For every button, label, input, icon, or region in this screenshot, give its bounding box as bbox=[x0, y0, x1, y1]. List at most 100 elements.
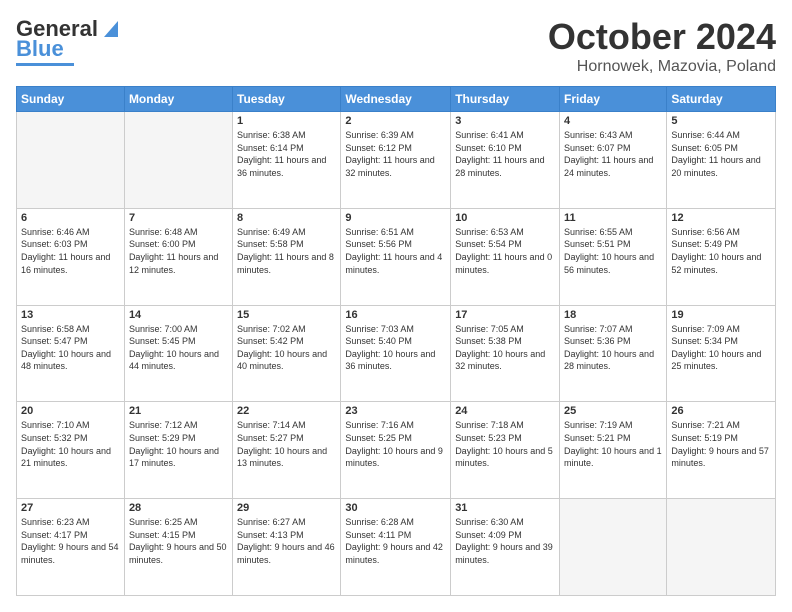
day-number: 15 bbox=[237, 309, 336, 321]
day-info: Sunrise: 6:51 AMSunset: 5:56 PMDaylight:… bbox=[345, 226, 446, 276]
day-info: Sunrise: 7:03 AMSunset: 5:40 PMDaylight:… bbox=[345, 323, 446, 373]
table-row: 13 Sunrise: 6:58 AMSunset: 5:47 PMDayligh… bbox=[17, 305, 125, 402]
day-info: Sunrise: 6:39 AMSunset: 6:12 PMDaylight:… bbox=[345, 129, 446, 179]
day-number: 21 bbox=[129, 405, 228, 417]
table-row: 20 Sunrise: 7:10 AMSunset: 5:32 PMDayligh… bbox=[17, 402, 125, 499]
day-number: 10 bbox=[455, 212, 555, 224]
table-row: 23 Sunrise: 7:16 AMSunset: 5:25 PMDayligh… bbox=[341, 402, 451, 499]
table-row: 30Sunrise: 6:28 AMSunset: 4:11 PMDayligh… bbox=[341, 499, 451, 596]
table-row: 22 Sunrise: 7:14 AMSunset: 5:27 PMDayligh… bbox=[233, 402, 341, 499]
calendar-week-row: 6 Sunrise: 6:46 AMSunset: 6:03 PMDaylight… bbox=[17, 208, 776, 305]
table-row bbox=[560, 499, 667, 596]
table-row: 25 Sunrise: 7:19 AMSunset: 5:21 PMDayligh… bbox=[560, 402, 667, 499]
header: General Blue October 2024 Hornowek, Mazo… bbox=[16, 16, 776, 76]
table-row: 21Sunrise: 7:12 AMSunset: 5:29 PMDayligh… bbox=[124, 402, 232, 499]
col-friday: Friday bbox=[560, 87, 667, 112]
logo-icon bbox=[100, 17, 122, 39]
table-row bbox=[17, 112, 125, 209]
day-number: 30 bbox=[345, 502, 446, 514]
day-number: 23 bbox=[345, 405, 446, 417]
logo: General Blue bbox=[16, 16, 122, 66]
day-number: 5 bbox=[671, 115, 771, 127]
day-number: 4 bbox=[564, 115, 662, 127]
table-row: 6 Sunrise: 6:46 AMSunset: 6:03 PMDaylight… bbox=[17, 208, 125, 305]
day-number: 22 bbox=[237, 405, 336, 417]
calendar-week-row: 27Sunrise: 6:23 AMSunset: 4:17 PMDayligh… bbox=[17, 499, 776, 596]
day-number: 26 bbox=[671, 405, 771, 417]
table-row: 14 Sunrise: 7:00 AMSunset: 5:45 PMDayligh… bbox=[124, 305, 232, 402]
day-info: Sunrise: 6:53 AMSunset: 5:54 PMDaylight:… bbox=[455, 226, 555, 276]
table-row: 18Sunrise: 7:07 AMSunset: 5:36 PMDayligh… bbox=[560, 305, 667, 402]
table-row: 8 Sunrise: 6:49 AMSunset: 5:58 PMDaylight… bbox=[233, 208, 341, 305]
table-row: 31Sunrise: 6:30 AMSunset: 4:09 PMDayligh… bbox=[451, 499, 560, 596]
day-number: 14 bbox=[129, 309, 228, 321]
day-info: Sunrise: 7:19 AMSunset: 5:21 PMDaylight:… bbox=[564, 419, 662, 469]
table-row: 16 Sunrise: 7:03 AMSunset: 5:40 PMDayligh… bbox=[341, 305, 451, 402]
page: General Blue October 2024 Hornowek, Mazo… bbox=[0, 0, 792, 612]
day-info: Sunrise: 6:25 AMSunset: 4:15 PMDaylight:… bbox=[129, 516, 228, 566]
col-sunday: Sunday bbox=[17, 87, 125, 112]
logo-underline bbox=[16, 63, 74, 66]
day-number: 27 bbox=[21, 502, 120, 514]
day-info: Sunrise: 7:10 AMSunset: 5:32 PMDaylight:… bbox=[21, 419, 120, 469]
day-info: Sunrise: 7:18 AMSunset: 5:23 PMDaylight:… bbox=[455, 419, 555, 469]
day-info: Sunrise: 7:07 AMSunset: 5:36 PMDaylight:… bbox=[564, 323, 662, 373]
day-number: 31 bbox=[455, 502, 555, 514]
calendar-week-row: 1Sunrise: 6:38 AMSunset: 6:14 PMDaylight… bbox=[17, 112, 776, 209]
day-info: Sunrise: 7:16 AMSunset: 5:25 PMDaylight:… bbox=[345, 419, 446, 469]
day-info: Sunrise: 6:49 AMSunset: 5:58 PMDaylight:… bbox=[237, 226, 336, 276]
col-tuesday: Tuesday bbox=[233, 87, 341, 112]
day-number: 28 bbox=[129, 502, 228, 514]
table-row: 1Sunrise: 6:38 AMSunset: 6:14 PMDaylight… bbox=[233, 112, 341, 209]
table-row: 3Sunrise: 6:41 AMSunset: 6:10 PMDaylight… bbox=[451, 112, 560, 209]
table-row: 9Sunrise: 6:51 AMSunset: 5:56 PMDaylight… bbox=[341, 208, 451, 305]
day-number: 2 bbox=[345, 115, 446, 127]
calendar-week-row: 13 Sunrise: 6:58 AMSunset: 5:47 PMDayligh… bbox=[17, 305, 776, 402]
day-number: 12 bbox=[671, 212, 771, 224]
col-monday: Monday bbox=[124, 87, 232, 112]
table-row: 11 Sunrise: 6:55 AMSunset: 5:51 PMDayligh… bbox=[560, 208, 667, 305]
day-number: 16 bbox=[345, 309, 446, 321]
calendar: Sunday Monday Tuesday Wednesday Thursday… bbox=[16, 86, 776, 596]
table-row: 24 Sunrise: 7:18 AMSunset: 5:23 PMDayligh… bbox=[451, 402, 560, 499]
day-info: Sunrise: 6:46 AMSunset: 6:03 PMDaylight:… bbox=[21, 226, 120, 276]
calendar-header-row: Sunday Monday Tuesday Wednesday Thursday… bbox=[17, 87, 776, 112]
table-row: 17Sunrise: 7:05 AMSunset: 5:38 PMDayligh… bbox=[451, 305, 560, 402]
day-info: Sunrise: 6:44 AMSunset: 6:05 PMDaylight:… bbox=[671, 129, 771, 179]
day-number: 17 bbox=[455, 309, 555, 321]
table-row: 26Sunrise: 7:21 AMSunset: 5:19 PMDayligh… bbox=[667, 402, 776, 499]
day-number: 20 bbox=[21, 405, 120, 417]
day-number: 8 bbox=[237, 212, 336, 224]
day-info: Sunrise: 6:55 AMSunset: 5:51 PMDaylight:… bbox=[564, 226, 662, 276]
day-number: 25 bbox=[564, 405, 662, 417]
table-row: 10 Sunrise: 6:53 AMSunset: 5:54 PMDayligh… bbox=[451, 208, 560, 305]
day-number: 24 bbox=[455, 405, 555, 417]
day-number: 13 bbox=[21, 309, 120, 321]
table-row: 27Sunrise: 6:23 AMSunset: 4:17 PMDayligh… bbox=[17, 499, 125, 596]
table-row: 15 Sunrise: 7:02 AMSunset: 5:42 PMDayligh… bbox=[233, 305, 341, 402]
col-saturday: Saturday bbox=[667, 87, 776, 112]
day-info: Sunrise: 6:58 AMSunset: 5:47 PMDaylight:… bbox=[21, 323, 120, 373]
table-row: 4 Sunrise: 6:43 AMSunset: 6:07 PMDaylight… bbox=[560, 112, 667, 209]
calendar-week-row: 20 Sunrise: 7:10 AMSunset: 5:32 PMDayligh… bbox=[17, 402, 776, 499]
day-number: 6 bbox=[21, 212, 120, 224]
day-info: Sunrise: 7:02 AMSunset: 5:42 PMDaylight:… bbox=[237, 323, 336, 373]
month-title: October 2024 bbox=[548, 16, 776, 58]
logo-blue: Blue bbox=[16, 36, 64, 62]
day-info: Sunrise: 7:09 AMSunset: 5:34 PMDaylight:… bbox=[671, 323, 771, 373]
day-number: 11 bbox=[564, 212, 662, 224]
day-info: Sunrise: 6:27 AMSunset: 4:13 PMDaylight:… bbox=[237, 516, 336, 566]
day-info: Sunrise: 7:00 AMSunset: 5:45 PMDaylight:… bbox=[129, 323, 228, 373]
day-info: Sunrise: 7:14 AMSunset: 5:27 PMDaylight:… bbox=[237, 419, 336, 469]
table-row bbox=[124, 112, 232, 209]
day-info: Sunrise: 6:56 AMSunset: 5:49 PMDaylight:… bbox=[671, 226, 771, 276]
table-row: 19 Sunrise: 7:09 AMSunset: 5:34 PMDayligh… bbox=[667, 305, 776, 402]
day-number: 3 bbox=[455, 115, 555, 127]
table-row: 5 Sunrise: 6:44 AMSunset: 6:05 PMDaylight… bbox=[667, 112, 776, 209]
location: Hornowek, Mazovia, Poland bbox=[548, 58, 776, 76]
table-row: 7Sunrise: 6:48 AMSunset: 6:00 PMDaylight… bbox=[124, 208, 232, 305]
day-info: Sunrise: 6:43 AMSunset: 6:07 PMDaylight:… bbox=[564, 129, 662, 179]
day-number: 19 bbox=[671, 309, 771, 321]
day-number: 29 bbox=[237, 502, 336, 514]
table-row bbox=[667, 499, 776, 596]
